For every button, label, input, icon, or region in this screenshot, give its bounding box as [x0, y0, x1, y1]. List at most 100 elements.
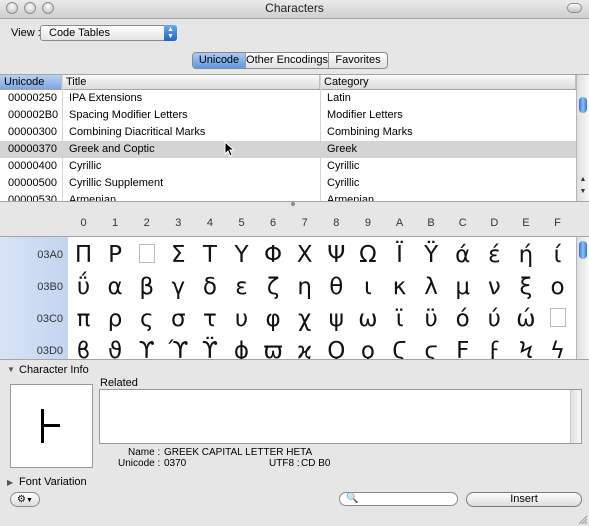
glyph-cell[interactable]: ϝ — [479, 335, 510, 359]
glyph-cell[interactable]: φ — [258, 303, 289, 335]
character-preview[interactable] — [10, 384, 93, 468]
table-row[interactable]: 00000370 Greek and Coptic Greek — [0, 141, 576, 158]
column-header-title[interactable]: Title — [62, 75, 320, 89]
glyph-cell[interactable]: π — [68, 303, 99, 335]
glyph-cell[interactable]: λ — [416, 271, 447, 303]
disclosure-open-icon[interactable]: ▼ — [7, 365, 15, 374]
table-row[interactable]: 00000500 Cyrillic Supplement Cyrillic — [0, 175, 576, 192]
glyph-cell[interactable]: μ — [447, 271, 478, 303]
glyph-cell[interactable]: ϑ — [100, 335, 131, 359]
glyph-cell[interactable]: ϛ — [416, 335, 447, 359]
table-scrollbar[interactable]: ▲ ▼ — [576, 75, 589, 201]
glyph-cell[interactable]: ϒ — [131, 335, 162, 359]
glyph-cell[interactable]: Σ — [163, 239, 194, 271]
glyph-cell[interactable]: ε — [226, 271, 257, 303]
scroll-down-arrow-icon[interactable]: ▼ — [577, 187, 589, 197]
glyph-cell[interactable]: ό — [447, 303, 478, 335]
glyph-cell[interactable]: Ϊ — [384, 239, 415, 271]
glyph-cell[interactable]: κ — [384, 271, 415, 303]
glyph-cell[interactable]: Ω — [352, 239, 383, 271]
glyph-cell[interactable]: ϗ — [289, 335, 320, 359]
glyph-cell[interactable]: α — [100, 271, 131, 303]
glyph-cell[interactable]: ξ — [510, 271, 541, 303]
glyph-cell[interactable]: δ — [194, 271, 225, 303]
glyph-cell[interactable]: ϕ — [226, 335, 257, 359]
glyph-cell[interactable]: Χ — [289, 239, 320, 271]
glyph-cell[interactable]: ϟ — [542, 335, 573, 359]
glyph-cell[interactable]: Υ — [226, 239, 257, 271]
tab-unicode[interactable]: Unicode — [193, 53, 245, 68]
glyph-cell[interactable]: ι — [352, 271, 383, 303]
glyph-cell[interactable]: ϓ — [163, 335, 194, 359]
glyph-cell[interactable] — [131, 239, 162, 271]
glyph-cell[interactable]: ϊ — [384, 303, 415, 335]
glyph-cell[interactable]: Ϋ — [416, 239, 447, 271]
table-row[interactable]: 00000250 IPA Extensions Latin — [0, 90, 576, 107]
glyph-cell[interactable]: ή — [510, 239, 541, 271]
glyph-cell[interactable]: τ — [194, 303, 225, 335]
glyph-cell[interactable]: Ϟ — [510, 335, 541, 359]
insert-button[interactable]: Insert — [466, 492, 582, 507]
glyph-cell[interactable]: Φ — [258, 239, 289, 271]
table-row[interactable]: 00000300 Combining Diacritical Marks Combi… — [0, 124, 576, 141]
table-scroll-thumb[interactable] — [579, 97, 587, 113]
characters-window: Characters View : Code Tables ▲ ▼ Unicode… — [0, 0, 589, 526]
glyph-cell[interactable]: η — [289, 271, 320, 303]
toolbar-toggle-button[interactable] — [567, 3, 582, 13]
glyph-cell[interactable]: ϐ — [68, 335, 99, 359]
related-characters-box[interactable] — [99, 389, 582, 444]
splitter-handle[interactable] — [291, 202, 295, 206]
glyph-cell[interactable]: β — [131, 271, 162, 303]
glyph-cell[interactable]: ϔ — [194, 335, 225, 359]
glyph-cell[interactable]: χ — [289, 303, 320, 335]
glyph-cell[interactable]: Π — [68, 239, 99, 271]
glyph-cell[interactable]: ζ — [258, 271, 289, 303]
font-variation-header: Font Variation — [19, 476, 87, 488]
glyph-cell[interactable]: υ — [226, 303, 257, 335]
table-row[interactable]: 00000400 Cyrillic Cyrillic — [0, 158, 576, 175]
glyph-cell[interactable]: ν — [479, 271, 510, 303]
table-row[interactable]: 000002B0 Spacing Modifier Letters Modifier… — [0, 107, 576, 124]
glyph-cell[interactable]: ϋ — [416, 303, 447, 335]
glyph-cell[interactable]: ρ — [100, 303, 131, 335]
glyph-cell[interactable]: Ψ — [321, 239, 352, 271]
tab-other-encodings[interactable]: Other Encodings — [245, 53, 328, 68]
column-header-unicode[interactable]: Unicode — [0, 75, 62, 89]
grid-scroll-thumb[interactable] — [579, 241, 587, 259]
grid-column-header: E — [522, 217, 530, 229]
action-menu-button[interactable]: ⚙▼ — [10, 492, 40, 507]
glyph-cell[interactable]: γ — [163, 271, 194, 303]
glyph-cell[interactable]: Ϛ — [384, 335, 415, 359]
glyph-cell[interactable]: Τ — [194, 239, 225, 271]
grid-column-header: D — [490, 217, 499, 229]
name-value: GREEK CAPITAL LETTER HETA — [164, 447, 313, 458]
glyph-cell[interactable]: ϖ — [258, 335, 289, 359]
glyph-cell[interactable]: Ρ — [100, 239, 131, 271]
tab-favorites[interactable]: Favorites — [328, 53, 387, 68]
glyph-cell[interactable]: σ — [163, 303, 194, 335]
table-row[interactable]: 00000530 Armenian Armenian — [0, 192, 576, 201]
glyph-cell[interactable]: ώ — [510, 303, 541, 335]
related-scrollbar[interactable] — [570, 390, 581, 443]
glyph-cell[interactable]: Ϝ — [447, 335, 478, 359]
glyph-cell[interactable]: ά — [447, 239, 478, 271]
glyph-cell[interactable] — [542, 303, 573, 335]
view-select[interactable]: Code Tables ▲ ▼ — [40, 25, 177, 41]
resize-grip-icon[interactable] — [577, 514, 587, 524]
glyph-cell[interactable]: ί — [542, 239, 573, 271]
glyph-cell[interactable]: ο — [542, 271, 573, 303]
glyph-cell[interactable]: ΰ — [68, 271, 99, 303]
glyph-cell[interactable]: ς — [131, 303, 162, 335]
glyph-cell[interactable]: Ϙ — [321, 335, 352, 359]
glyph-cell[interactable]: ύ — [479, 303, 510, 335]
glyph-cell[interactable]: ϙ — [352, 335, 383, 359]
glyph-cell[interactable]: θ — [321, 271, 352, 303]
glyph-cell[interactable]: έ — [479, 239, 510, 271]
column-header-category[interactable]: Category — [320, 75, 576, 89]
search-field[interactable]: 🔍 — [339, 492, 458, 506]
glyph-cell[interactable]: ψ — [321, 303, 352, 335]
scroll-up-arrow-icon[interactable]: ▲ — [577, 175, 589, 185]
grid-scrollbar[interactable] — [576, 237, 589, 359]
disclosure-closed-icon[interactable]: ▶ — [7, 478, 13, 487]
glyph-cell[interactable]: ω — [352, 303, 383, 335]
